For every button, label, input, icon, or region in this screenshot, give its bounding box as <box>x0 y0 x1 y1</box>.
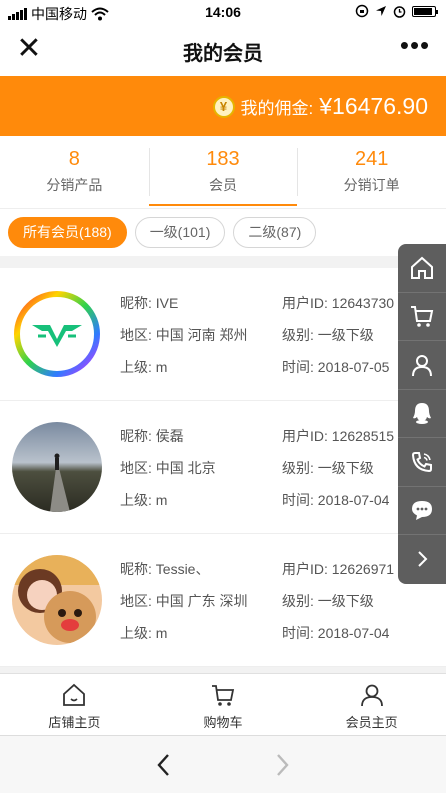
commission-label: 我的佣金: <box>240 99 314 118</box>
stat-orders[interactable]: 241 分销订单 <box>297 136 446 208</box>
bottom-tab-bar: 店铺主页 购物车 会员主页 <box>0 673 446 735</box>
user-icon <box>412 354 432 376</box>
tab-label: 店铺主页 <box>48 715 101 730</box>
avatar <box>12 289 102 379</box>
member-join-time: 时间: 2018-07-04 <box>282 492 390 508</box>
qq-icon <box>413 403 431 425</box>
stat-value: 183 <box>206 148 240 170</box>
page-title: 我的会员 <box>183 43 263 65</box>
phone-icon <box>411 451 432 472</box>
commission-bar: ¥ 我的佣金: ¥16476.90 <box>0 76 446 136</box>
cart-icon <box>411 306 434 328</box>
tab-store-home[interactable]: 店铺主页 <box>0 674 149 735</box>
member-row[interactable]: 昵称: 侯磊 用户ID: 12628515 地区: 中国 北京 级别: 一级下级… <box>0 401 446 534</box>
tab-cart[interactable]: 购物车 <box>149 674 298 735</box>
member-row[interactable]: 昵称: Tessie、 用户ID: 12626971 地区: 中国 广东 深圳 … <box>0 534 446 667</box>
status-bar: 中国移动 14:06 <box>0 0 446 24</box>
filter-level-two[interactable]: 二级(87) <box>233 217 317 248</box>
member-join-time: 时间: 2018-07-04 <box>282 625 390 641</box>
chevron-right-icon <box>418 551 428 567</box>
floating-quick-menu <box>398 244 446 584</box>
alarm-icon <box>393 5 406 18</box>
member-user-id: 用户ID: 12626971 <box>282 561 395 577</box>
member-filters: 所有会员(188) 一级(101) 二级(87) <box>0 208 446 256</box>
rotation-lock-icon <box>355 4 369 18</box>
member-region: 地区: 中国 广东 深圳 <box>120 593 248 609</box>
status-right <box>355 4 438 18</box>
stat-value: 8 <box>68 148 80 170</box>
float-message-button[interactable] <box>398 487 446 535</box>
back-arrow-icon[interactable] <box>148 748 180 782</box>
float-user-button[interactable] <box>398 341 446 390</box>
commission-summary: ¥ 我的佣金: ¥16476.90 <box>212 93 428 120</box>
member-user-id: 用户ID: 12643730 <box>282 295 395 311</box>
float-cart-button[interactable] <box>398 293 446 341</box>
member-level: 级别: 一级下级 <box>282 327 374 343</box>
member-nickname: 昵称: IVE <box>120 295 179 311</box>
float-phone-button[interactable] <box>398 438 446 487</box>
member-region: 地区: 中国 河南 郑州 <box>120 327 248 343</box>
member-user-id: 用户ID: 12628515 <box>282 428 395 444</box>
chat-icon <box>412 501 432 521</box>
home-icon <box>411 256 433 279</box>
member-row[interactable]: 昵称: IVE 用户ID: 12643730 地区: 中国 河南 郑州 级别: … <box>0 268 446 401</box>
stat-value: 241 <box>354 148 389 170</box>
store-home-icon <box>63 683 86 706</box>
stat-members[interactable]: 183 会员 <box>148 136 298 208</box>
member-parent: 上级: m <box>120 492 168 508</box>
filter-all-members[interactable]: 所有会员(188) <box>8 217 127 248</box>
cart-icon <box>212 685 235 706</box>
float-qq-button[interactable] <box>398 390 446 438</box>
member-nickname: 昵称: Tessie、 <box>120 561 210 577</box>
nav-bar: ✕ 我的会员 ••• <box>0 24 446 76</box>
avatar <box>12 422 102 512</box>
browser-toolbar <box>0 735 446 793</box>
commission-value: ¥16476.90 <box>319 93 428 119</box>
battery-icon <box>412 5 438 17</box>
forward-arrow-icon[interactable] <box>266 748 298 782</box>
float-collapse-button[interactable] <box>398 535 446 584</box>
member-level: 级别: 一级下级 <box>282 593 374 609</box>
member-nickname: 昵称: 侯磊 <box>120 428 184 444</box>
stats-row: 8 分销产品 183 会员 241 分销订单 <box>0 136 446 208</box>
member-join-time: 时间: 2018-07-05 <box>282 359 390 375</box>
member-region: 地区: 中国 北京 <box>120 460 216 476</box>
member-parent: 上级: m <box>120 625 168 641</box>
filter-level-one[interactable]: 一级(101) <box>134 217 226 248</box>
avatar <box>12 555 102 645</box>
tab-label: 购物车 <box>203 715 243 730</box>
member-parent: 上级: m <box>120 359 168 375</box>
stat-label: 分销产品 <box>46 177 103 193</box>
tab-label: 会员主页 <box>345 715 398 730</box>
stat-products[interactable]: 8 分销产品 <box>0 136 149 208</box>
more-menu-icon[interactable]: ••• <box>398 32 432 66</box>
stat-label: 分销订单 <box>343 177 400 193</box>
member-list: 昵称: IVE 用户ID: 12643730 地区: 中国 河南 郑州 级别: … <box>0 268 446 667</box>
float-home-button[interactable] <box>398 244 446 293</box>
tab-member-home[interactable]: 会员主页 <box>297 674 446 735</box>
yen-coin-icon: ¥ <box>212 95 235 118</box>
member-level: 级别: 一级下级 <box>282 460 374 476</box>
user-icon <box>360 684 383 707</box>
location-icon <box>376 6 386 16</box>
stat-label: 会员 <box>209 177 237 193</box>
